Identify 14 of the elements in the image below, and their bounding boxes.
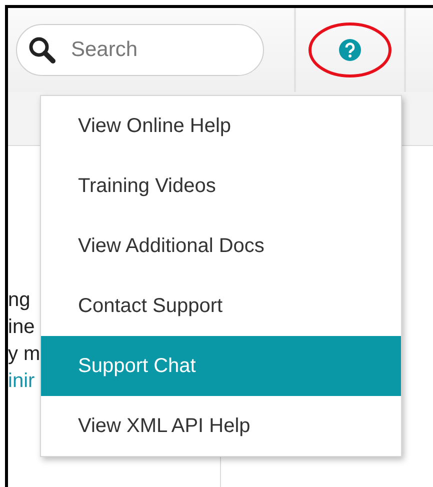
help-button[interactable]	[337, 37, 363, 63]
help-icon	[339, 39, 361, 61]
partial-text: ng	[8, 288, 30, 312]
menu-item[interactable]: Contact Support	[41, 276, 401, 336]
partial-text: ine	[8, 315, 35, 339]
partial-text: y m	[8, 342, 40, 366]
partial-link[interactable]: inir	[8, 369, 35, 393]
search-field[interactable]: Search	[16, 24, 264, 76]
menu-item[interactable]: View Additional Docs	[41, 216, 401, 276]
menu-item[interactable]: Training Videos	[41, 156, 401, 216]
menu-item[interactable]: View Online Help	[41, 96, 401, 156]
menu-item[interactable]: Support Chat	[41, 336, 401, 396]
search-icon	[28, 36, 56, 64]
menu-item[interactable]: View XML API Help	[41, 396, 401, 456]
